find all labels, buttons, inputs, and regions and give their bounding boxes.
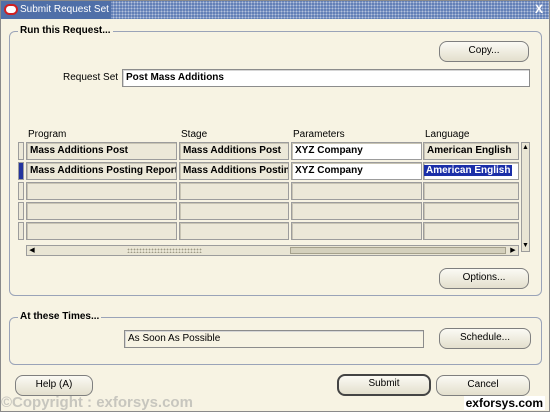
title-bar[interactable]: Submit Request Set X: [1, 1, 549, 19]
close-icon[interactable]: X: [532, 2, 546, 17]
language-cell[interactable]: [423, 202, 519, 220]
request-set-label: Request Set: [63, 72, 119, 83]
at-these-times-group-label: At these Times...: [18, 311, 102, 322]
request-set-field[interactable]: Post Mass Additions: [122, 69, 530, 87]
parameters-cell[interactable]: [291, 222, 422, 240]
submit-button[interactable]: Submit: [337, 374, 431, 396]
run-request-group-label: Run this Request...: [18, 25, 113, 36]
vertical-scrollbar[interactable]: ▲ ▼: [521, 142, 530, 252]
scroll-up-icon[interactable]: ▲: [522, 143, 529, 153]
stage-cell[interactable]: [179, 222, 289, 240]
schedule-summary-field: As Soon As Possible: [124, 330, 424, 348]
schedule-button[interactable]: Schedule...: [439, 328, 531, 349]
stage-cell[interactable]: Mass Additions Posting: [179, 162, 289, 180]
scrollbar-thumb[interactable]: [290, 247, 506, 254]
site-watermark: exforsys.com: [463, 396, 545, 410]
column-header-stage: Stage: [181, 129, 208, 140]
scroll-right-icon[interactable]: ▶: [508, 246, 518, 255]
row-indicator[interactable]: [18, 202, 24, 220]
help-button[interactable]: Help (A): [15, 375, 93, 396]
scroll-left-icon[interactable]: ◀: [27, 246, 37, 255]
scrollbar-grip: [127, 248, 202, 253]
cancel-button[interactable]: Cancel: [436, 375, 530, 396]
run-request-group: Run this Request... Copy... Request Set …: [9, 25, 542, 296]
column-header-language: Language: [425, 129, 470, 140]
column-header-program: Program: [28, 129, 67, 140]
language-cell[interactable]: American English: [423, 142, 519, 160]
parameters-cell[interactable]: XYZ Company: [291, 142, 422, 160]
program-cell[interactable]: [26, 202, 177, 220]
program-cell[interactable]: Mass Additions Posting Report: [26, 162, 177, 180]
language-cell-selected-text: American English: [424, 165, 513, 176]
program-cell[interactable]: Mass Additions Post: [26, 142, 177, 160]
options-button[interactable]: Options...: [439, 268, 529, 289]
language-cell-selected[interactable]: American English: [423, 162, 519, 180]
copy-button[interactable]: Copy...: [439, 41, 529, 62]
column-header-parameters: Parameters: [293, 129, 345, 140]
parameters-cell[interactable]: [291, 182, 422, 200]
row-indicator[interactable]: [18, 142, 24, 160]
window-title: Submit Request Set: [20, 4, 109, 15]
stage-cell[interactable]: [179, 182, 289, 200]
horizontal-scrollbar[interactable]: ◀ ▶: [26, 245, 519, 256]
scroll-down-icon[interactable]: ▼: [522, 241, 529, 251]
stage-cell[interactable]: [179, 202, 289, 220]
oracle-app-icon: [4, 4, 18, 15]
language-cell[interactable]: [423, 182, 519, 200]
row-indicator-current[interactable]: [18, 162, 24, 180]
stage-cell[interactable]: Mass Additions Post: [179, 142, 289, 160]
program-cell[interactable]: [26, 182, 177, 200]
row-indicator[interactable]: [18, 222, 24, 240]
parameters-cell[interactable]: XYZ Company: [291, 162, 422, 180]
at-these-times-group: At these Times... As Soon As Possible Sc…: [9, 311, 542, 365]
copyright-watermark: ©Copyright : exforsys.com: [1, 394, 193, 411]
language-cell[interactable]: [423, 222, 519, 240]
parameters-cell[interactable]: [291, 202, 422, 220]
program-cell[interactable]: [26, 222, 177, 240]
row-indicator[interactable]: [18, 182, 24, 200]
submit-request-set-window: Submit Request Set X Run this Request...…: [0, 0, 550, 412]
